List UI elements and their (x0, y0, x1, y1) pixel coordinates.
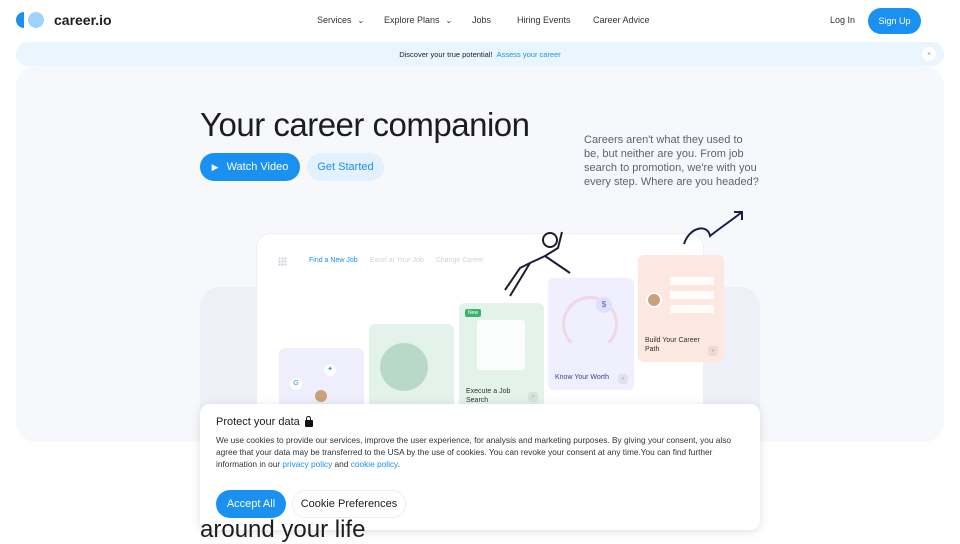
cookie-title: Protect your data (216, 416, 313, 428)
logo[interactable]: career.io (16, 12, 112, 28)
showcase-tabs: Find a New Job Excel at Your Job Change … (309, 257, 484, 264)
chevron-right-icon[interactable]: › (618, 374, 628, 384)
new-badge: New (465, 309, 482, 317)
logo-text: career.io (54, 12, 112, 28)
chevron-down-icon: ⌄ (357, 16, 365, 25)
close-icon[interactable]: × (922, 47, 936, 61)
accept-all-button[interactable]: Accept All (216, 490, 286, 518)
astronaut-illustration (504, 231, 571, 297)
privacy-policy-link[interactable]: privacy policy (282, 459, 332, 469)
cookie-text-end: . (397, 459, 400, 469)
card-title: Know Your Worth (555, 374, 609, 381)
signup-button[interactable]: Sign Up (868, 8, 921, 34)
avatar (646, 292, 662, 308)
chevron-down-icon: ⌄ (445, 16, 453, 25)
google-icon: G (290, 378, 302, 390)
hero-title: Your career companion (200, 106, 530, 143)
avatar (380, 343, 428, 391)
tab-change-career[interactable]: Change Career (436, 257, 484, 264)
tab-excel-at-job[interactable]: Excel at Your Job (370, 257, 424, 264)
cookie-body: We use cookies to provide our services, … (216, 434, 746, 470)
checklist-preview (477, 320, 525, 370)
nav-explore-plans[interactable]: Explore Plans ⌄ (384, 15, 452, 25)
header: career.io Services ⌄ Explore Plans ⌄ Jobs … (0, 0, 960, 42)
hero-description: Careers aren't what they used to be, but… (584, 134, 759, 188)
watch-video-button[interactable]: ▶ Watch Video (200, 153, 300, 181)
nav-services[interactable]: Services ⌄ (317, 15, 364, 25)
dollar-icon: $ (596, 297, 612, 313)
card-title: Execute a Job Search (466, 388, 511, 404)
banner-text: Discover your true potential! (399, 49, 493, 59)
twitter-icon: ✦ (324, 364, 336, 376)
logo-icon-circle (28, 12, 44, 28)
cookie-preferences-button[interactable]: Cookie Preferences (292, 490, 406, 518)
path-diagram (670, 277, 714, 325)
nav-label: Explore Plans (384, 15, 440, 25)
card-portrait[interactable] (369, 324, 454, 408)
cookie-text-and: and (332, 459, 351, 469)
avatar (315, 390, 327, 402)
chevron-right-icon[interactable]: › (528, 392, 538, 402)
get-started-button[interactable]: Get Started (307, 153, 384, 181)
tab-find-new-job[interactable]: Find a New Job (309, 257, 358, 264)
assess-career-link[interactable]: Assess your career (497, 50, 561, 59)
lock-icon (304, 416, 313, 427)
nav-jobs[interactable]: Jobs (472, 15, 491, 25)
card-job-sources[interactable]: G ✦ (279, 348, 364, 408)
card-execute-job-search[interactable]: New Execute a Job Search › (459, 303, 544, 408)
nav-hiring-events[interactable]: Hiring Events (517, 15, 571, 25)
cookie-policy-link[interactable]: cookie policy (351, 459, 398, 469)
nav-career-advice[interactable]: Career Advice (593, 15, 650, 25)
grid-icon[interactable] (278, 257, 287, 266)
promo-banner: Discover your true potential! Assess you… (16, 42, 944, 66)
card-build-career-path[interactable]: Build Your Career Path › (638, 255, 724, 362)
login-link[interactable]: Log In (830, 15, 855, 25)
cookie-title-text: Protect your data (216, 416, 300, 428)
chevron-right-icon[interactable]: › (708, 346, 718, 356)
card-title: Build Your Career Path (645, 337, 700, 353)
cookie-dialog: Protect your data We use cookies to prov… (200, 404, 760, 530)
nav-label: Services (317, 15, 352, 25)
watch-label: Watch Video (226, 161, 289, 173)
play-icon: ▶ (211, 161, 219, 172)
arrow-doodle-icon (683, 211, 743, 245)
